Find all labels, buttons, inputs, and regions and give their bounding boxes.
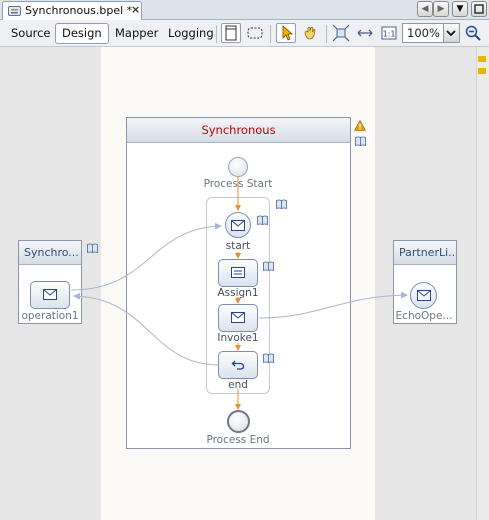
toolbar-separator [270,25,271,43]
envelope-icon [417,290,431,301]
process-start-node[interactable] [228,157,248,177]
toolbar-separator [216,25,217,43]
actual-size-button[interactable]: 1:1 [379,23,399,43]
assign-icon [231,267,245,278]
zoom-level-value: 100% [407,26,440,40]
svg-text:1:1: 1:1 [383,30,396,39]
invoke-activity[interactable] [218,304,258,332]
partner-operation-right-label: EchoOpe... [395,310,453,322]
actual-size-icon: 1:1 [381,26,397,40]
maximize-window-icon[interactable] [471,1,487,17]
mapper-view-button[interactable]: Mapper [108,23,165,44]
scroll-tabs-left-icon[interactable]: ◀ [417,1,433,17]
source-view-button[interactable]: Source [4,23,58,44]
panel-layout-icon [225,25,237,41]
magnifier-zoom-out-icon [465,25,481,41]
bpel-file-icon [8,6,21,16]
editor-toolbar: Source Design Mapper Logging 1:1 100% [0,20,489,47]
toggle-partner-links-button[interactable] [221,23,241,43]
envelope-icon [231,220,245,231]
design-view-button[interactable]: Design [55,23,109,44]
documentation-icon[interactable] [263,353,274,363]
warning-icon[interactable] [354,120,366,131]
toolbar-separator [326,25,327,43]
zoom-out-button[interactable] [463,23,483,43]
partner-operation-left-label: operation1 [21,310,79,322]
pointer-arrow-icon [282,25,294,41]
fit-width-button[interactable] [355,23,375,43]
zoom-dropdown-button[interactable] [443,24,459,42]
activity-label-end: end [228,379,248,391]
assign-activity[interactable] [218,259,258,287]
chevron-down-icon [446,30,456,37]
activity-label-invoke: Invoke1 [217,332,259,344]
tab-list-dropdown-icon[interactable]: ▼ [452,1,468,17]
activity-label-assign: Assign1 [217,287,259,299]
fit-diagram-button[interactable] [331,23,351,43]
partner-operation-left[interactable] [30,281,70,309]
reply-arrow-icon [231,360,245,370]
documentation-icon[interactable] [276,199,287,209]
marquee-select-button[interactable] [245,23,265,43]
process-start-label: Process Start [203,178,273,190]
window-icon [474,4,484,14]
documentation-icon[interactable] [257,215,268,225]
process-end-label: Process End [206,434,270,446]
editor-tab-bar: Synchronous.bpel * × ◀ ▶ ▼ [0,0,489,20]
overview-marker[interactable] [478,56,486,62]
partner-link-right-name: PartnerLi... [394,241,456,265]
partner-operation-right[interactable] [410,282,437,309]
hand-pan-tool-button[interactable] [300,23,320,43]
documentation-icon[interactable] [263,261,274,271]
fit-width-icon [357,29,373,37]
overview-marker[interactable] [478,68,486,74]
documentation-icon[interactable] [87,243,98,253]
partner-link-left-name: Synchro... [19,241,81,265]
fit-to-window-icon [332,24,350,42]
editor-tab-synchronous[interactable]: Synchronous.bpel * × [2,1,142,20]
vertical-scrollbar[interactable] [476,47,489,520]
process-end-node[interactable] [227,410,250,433]
envelope-icon [231,312,245,323]
reply-activity[interactable] [218,351,258,379]
tab-title: Synchronous.bpel * [25,4,133,17]
hand-icon [304,26,316,40]
zoom-level-select[interactable]: 100% [402,23,460,43]
logging-view-button[interactable]: Logging [161,23,221,44]
activity-label-start: start [225,240,251,252]
dashed-rectangle-icon [247,27,263,39]
process-title: Synchronous [127,118,350,143]
receive-activity-start[interactable] [225,212,251,238]
envelope-icon [43,289,57,300]
scroll-tabs-right-icon[interactable]: ▶ [433,1,449,17]
select-tool-button[interactable] [276,23,296,43]
documentation-icon[interactable] [355,136,366,146]
close-icon[interactable]: × [131,3,140,16]
